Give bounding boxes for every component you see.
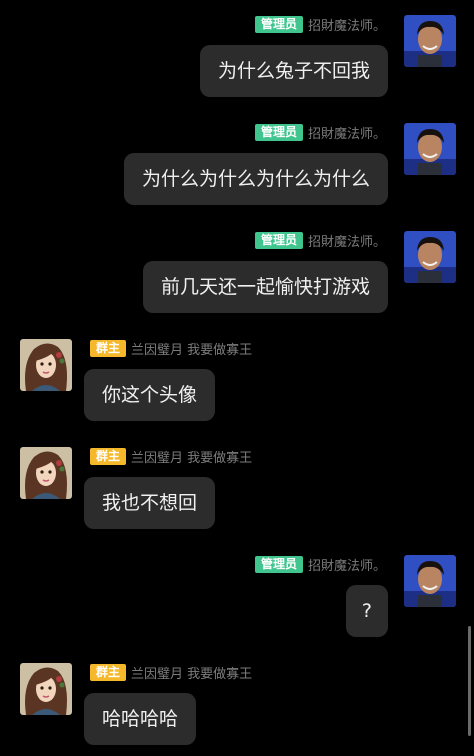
- sender-meta: 管理员 招財魔法师。: [254, 15, 386, 34]
- sender-name: 招財魔法师。: [307, 235, 386, 250]
- sender-name: 招財魔法师。: [307, 127, 386, 142]
- sender-name: 兰因璧月 我要做寡王: [131, 343, 253, 358]
- message-bubble[interactable]: 你这个头像: [84, 369, 216, 421]
- sender-meta: 管理员 招財魔法师。: [254, 555, 386, 574]
- scrollbar[interactable]: [468, 626, 471, 736]
- admin-badge: 管理员: [254, 232, 303, 249]
- message-bubble[interactable]: ?: [345, 585, 388, 637]
- sender-meta: 管理员 招財魔法师。: [254, 123, 386, 142]
- message-bubble[interactable]: 前几天还一起愉快打游戏: [142, 261, 388, 313]
- message-bubble[interactable]: 我也不想回: [84, 477, 216, 529]
- sender-meta: 群主 兰因璧月 我要做寡王: [90, 663, 252, 682]
- man-avatar[interactable]: [404, 231, 456, 283]
- sender-name: 招財魔法师。: [307, 19, 386, 34]
- message-bubble[interactable]: 为什么为什么为什么为什么: [123, 153, 388, 205]
- sender-meta: 群主 兰因璧月 我要做寡王: [90, 339, 252, 358]
- sender-meta: 群主 兰因璧月 我要做寡王: [90, 447, 252, 466]
- sender-name: 兰因璧月 我要做寡王: [131, 451, 253, 466]
- sender-name: 兰因璧月 我要做寡王: [131, 667, 253, 682]
- man-avatar[interactable]: [404, 555, 456, 607]
- admin-badge: 管理员: [254, 556, 303, 573]
- man-avatar[interactable]: [404, 15, 456, 67]
- sender-name: 招財魔法师。: [307, 559, 386, 574]
- message-bubble[interactable]: 为什么兔子不回我: [199, 45, 388, 97]
- message-bubble[interactable]: 哈哈哈哈: [84, 693, 197, 745]
- girl-avatar[interactable]: [20, 663, 72, 715]
- sender-meta: 管理员 招財魔法师。: [254, 231, 386, 250]
- owner-badge: 群主: [90, 664, 127, 681]
- man-avatar[interactable]: [404, 123, 456, 175]
- girl-avatar[interactable]: [20, 447, 72, 499]
- chat-message-list[interactable]: 管理员 招財魔法师。 为什么兔子不回我 管理员 招財魔法师。 为什么为什么为什么…: [0, 0, 474, 756]
- owner-badge: 群主: [90, 340, 127, 357]
- owner-badge: 群主: [90, 448, 127, 465]
- girl-avatar[interactable]: [20, 339, 72, 391]
- admin-badge: 管理员: [254, 16, 303, 33]
- admin-badge: 管理员: [254, 124, 303, 141]
